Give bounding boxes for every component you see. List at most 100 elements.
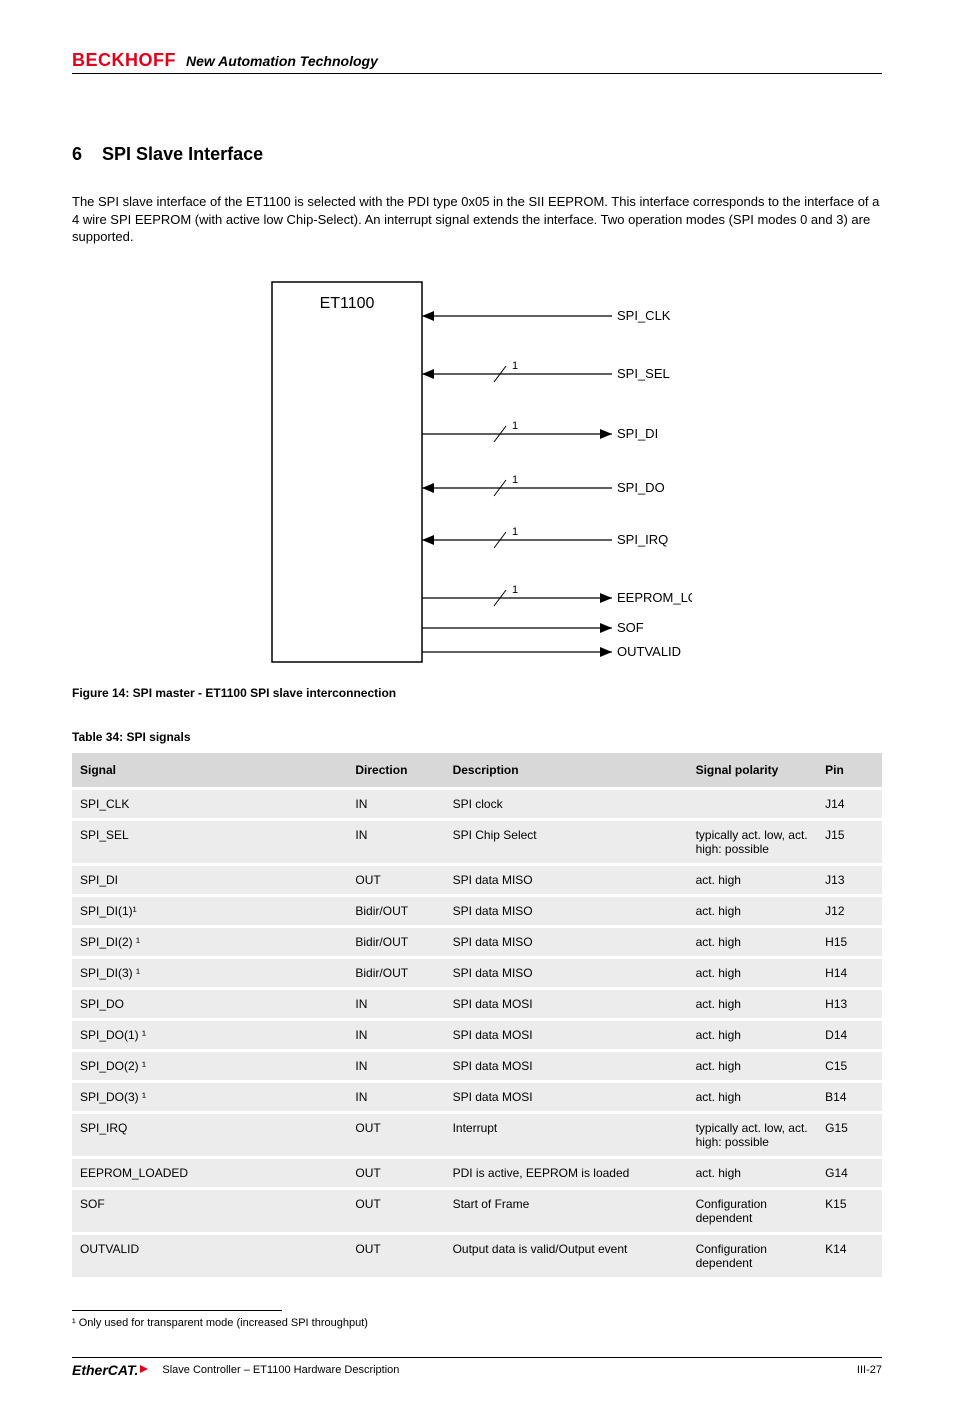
table-cell: J12 bbox=[817, 897, 882, 925]
figure-caption: Figure 14: SPI master - ET1100 SPI slave… bbox=[72, 686, 882, 700]
table-cell: SPI_SEL bbox=[72, 821, 347, 863]
svg-text:EEPROM_LOADED: EEPROM_LOADED bbox=[617, 590, 692, 605]
table-cell: act. high bbox=[688, 990, 818, 1018]
table-cell: Output data is valid/Output event bbox=[445, 1235, 688, 1277]
table-cell: SPI_DO bbox=[72, 990, 347, 1018]
table-header-row: Signal Direction Description Signal pola… bbox=[72, 753, 882, 787]
table-cell: H15 bbox=[817, 928, 882, 956]
svg-text:1: 1 bbox=[512, 584, 518, 596]
table-cell: SPI data MISO bbox=[445, 959, 688, 987]
table-cell: SPI_DI(2) ¹ bbox=[72, 928, 347, 956]
svg-text:SPI_IRQ: SPI_IRQ bbox=[617, 532, 668, 547]
signal-spi-irq: 1 SPI_IRQ bbox=[422, 526, 668, 548]
table-cell: OUTVALID bbox=[72, 1235, 347, 1277]
table-cell: act. high bbox=[688, 1083, 818, 1111]
table-cell: act. high bbox=[688, 959, 818, 987]
table-cell: SPI_DO(3) ¹ bbox=[72, 1083, 347, 1111]
page-footer: EtherCAT. Slave Controller – ET1100 Hard… bbox=[72, 1357, 882, 1378]
table-cell: K14 bbox=[817, 1235, 882, 1277]
table-row: SPI_DI(2) ¹Bidir/OUTSPI data MISOact. hi… bbox=[72, 928, 882, 956]
table-cell bbox=[688, 790, 818, 818]
col-polarity: Signal polarity bbox=[688, 753, 818, 787]
table-row: OUTVALIDOUTOutput data is valid/Output e… bbox=[72, 1235, 882, 1277]
table-row: SPI_IRQOUTInterrupttypically act. low, a… bbox=[72, 1114, 882, 1156]
table-cell: Start of Frame bbox=[445, 1190, 688, 1232]
table-cell: SPI data MISO bbox=[445, 928, 688, 956]
svg-text:SPI_DO: SPI_DO bbox=[617, 480, 665, 495]
table-cell: IN bbox=[347, 790, 444, 818]
footer-center: Slave Controller – ET1100 Hardware Descr… bbox=[154, 1364, 857, 1376]
table-cell: SPI data MOSI bbox=[445, 1021, 688, 1049]
table-row: SPI_DO(3) ¹INSPI data MOSIact. highB14 bbox=[72, 1083, 882, 1111]
table-cell: act. high bbox=[688, 1052, 818, 1080]
table-cell: G15 bbox=[817, 1114, 882, 1156]
spi-signals-table: Signal Direction Description Signal pola… bbox=[72, 750, 882, 1280]
table-cell: SPI data MOSI bbox=[445, 1052, 688, 1080]
brand-logo: BECKHOFF bbox=[72, 50, 176, 71]
table-cell: Bidir/OUT bbox=[347, 928, 444, 956]
table-cell: D14 bbox=[817, 1021, 882, 1049]
table-cell: IN bbox=[347, 821, 444, 863]
svg-text:SPI_DI: SPI_DI bbox=[617, 426, 658, 441]
table-cell: J15 bbox=[817, 821, 882, 863]
table-cell: SPI_DI(1)¹ bbox=[72, 897, 347, 925]
table-cell: Bidir/OUT bbox=[347, 897, 444, 925]
svg-text:1: 1 bbox=[512, 420, 518, 432]
svg-text:SOF: SOF bbox=[617, 620, 644, 635]
table-cell: Configuration dependent bbox=[688, 1235, 818, 1277]
signal-sof: SOF bbox=[422, 620, 644, 635]
table-row: SPI_DO(1) ¹INSPI data MOSIact. highD14 bbox=[72, 1021, 882, 1049]
table-cell: typically act. low, act. high: possible bbox=[688, 821, 818, 863]
table-cell: SPI_IRQ bbox=[72, 1114, 347, 1156]
table-cell: Configuration dependent bbox=[688, 1190, 818, 1232]
table-cell: typically act. low, act. high: possible bbox=[688, 1114, 818, 1156]
table-cell: SOF bbox=[72, 1190, 347, 1232]
table-cell: SPI data MOSI bbox=[445, 990, 688, 1018]
table-row: SPI_CLKINSPI clockJ14 bbox=[72, 790, 882, 818]
table-cell: EEPROM_LOADED bbox=[72, 1159, 347, 1187]
table-cell: SPI Chip Select bbox=[445, 821, 688, 863]
table-cell: OUT bbox=[347, 866, 444, 894]
table-cell: J14 bbox=[817, 790, 882, 818]
section-title: 6 SPI Slave Interface bbox=[72, 144, 882, 165]
footer-page-number: III-27 bbox=[857, 1364, 882, 1376]
signal-spi-di: 1 SPI_DI bbox=[422, 420, 658, 442]
table-cell: SPI_DI bbox=[72, 866, 347, 894]
table-cell: IN bbox=[347, 990, 444, 1018]
table-row: SPI_DIOUTSPI data MISOact. highJ13 bbox=[72, 866, 882, 894]
svg-text:SPI_SEL: SPI_SEL bbox=[617, 366, 670, 381]
col-direction: Direction bbox=[347, 753, 444, 787]
table-row: EEPROM_LOADEDOUTPDI is active, EEPROM is… bbox=[72, 1159, 882, 1187]
table-cell: Interrupt bbox=[445, 1114, 688, 1156]
table-row: SPI_DI(1)¹Bidir/OUTSPI data MISOact. hig… bbox=[72, 897, 882, 925]
table-cell: SPI_DO(1) ¹ bbox=[72, 1021, 347, 1049]
svg-text:1: 1 bbox=[512, 360, 518, 372]
spi-block-diagram: ET1100 SPI_CLK 1 SPI_SEL 1 SP bbox=[262, 272, 692, 672]
table-cell: act. high bbox=[688, 928, 818, 956]
table-cell: PDI is active, EEPROM is loaded bbox=[445, 1159, 688, 1187]
signal-eeprom-loaded: 1 EEPROM_LOADED bbox=[422, 584, 692, 606]
table-cell: G14 bbox=[817, 1159, 882, 1187]
table-row: SPI_DI(3) ¹Bidir/OUTSPI data MISOact. hi… bbox=[72, 959, 882, 987]
table-row: SPI_DOINSPI data MOSIact. highH13 bbox=[72, 990, 882, 1018]
signal-spi-sel: 1 SPI_SEL bbox=[422, 360, 670, 382]
table-cell: IN bbox=[347, 1021, 444, 1049]
svg-text:1: 1 bbox=[512, 526, 518, 538]
table-cell: SPI data MOSI bbox=[445, 1083, 688, 1111]
signal-spi-clk: SPI_CLK bbox=[422, 308, 671, 323]
table-cell: IN bbox=[347, 1083, 444, 1111]
table-cell: SPI_DO(2) ¹ bbox=[72, 1052, 347, 1080]
table-cell: SPI data MISO bbox=[445, 897, 688, 925]
table-cell: H13 bbox=[817, 990, 882, 1018]
table-cell: act. high bbox=[688, 897, 818, 925]
table-row: SPI_DO(2) ¹INSPI data MOSIact. highC15 bbox=[72, 1052, 882, 1080]
table-cell: OUT bbox=[347, 1159, 444, 1187]
table-cell: act. high bbox=[688, 1159, 818, 1187]
table-cell: SPI clock bbox=[445, 790, 688, 818]
section-intro: The SPI slave interface of the ET1100 is… bbox=[72, 193, 882, 246]
table-cell: OUT bbox=[347, 1190, 444, 1232]
ethercat-logo: EtherCAT. bbox=[72, 1362, 138, 1378]
table-cell: K15 bbox=[817, 1190, 882, 1232]
table-cell: act. high bbox=[688, 866, 818, 894]
table-row: SPI_SELINSPI Chip Selecttypically act. l… bbox=[72, 821, 882, 863]
